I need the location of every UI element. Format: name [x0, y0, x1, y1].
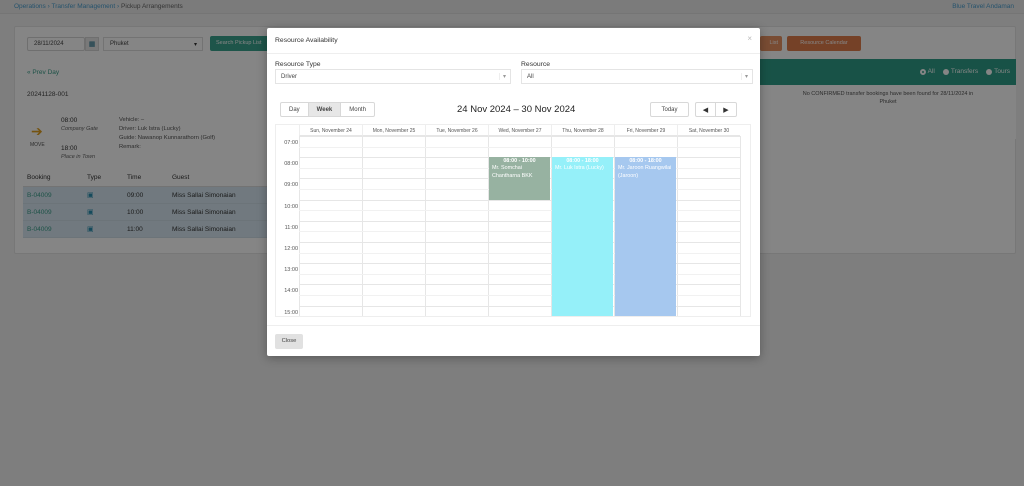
modal-title: Resource Availability	[275, 37, 338, 44]
time-slot-label: 11:00	[284, 224, 298, 231]
event-title: Mr. Somchai Chantharna BKK	[492, 165, 533, 179]
resource-type-select[interactable]: Driver ▾	[275, 69, 511, 84]
prev-week-icon[interactable]: ◀	[696, 103, 716, 116]
event-time: 08:00 - 10:00	[503, 158, 536, 165]
resource-type-label: Resource Type	[275, 61, 321, 68]
event-time: 08:00 - 18:00	[566, 158, 599, 165]
next-week-icon[interactable]: ▶	[716, 103, 736, 116]
view-switcher: Day Week Month	[280, 102, 375, 117]
week-calendar: Sun, November 24 Mon, November 25 Tue, Nov…	[275, 124, 751, 317]
resource-label: Resource	[521, 61, 551, 68]
date-range-title: 24 Nov 2024 – 30 Nov 2024	[457, 104, 576, 115]
hour-gridline	[299, 136, 740, 137]
day-column[interactable]	[299, 136, 300, 316]
day-column-edge	[740, 136, 741, 316]
day-column-header: Fri, November 29	[614, 125, 677, 136]
day-column-header: Sun, November 24	[299, 125, 362, 136]
view-month-button[interactable]: Month	[341, 103, 374, 116]
modal-footer	[267, 325, 760, 326]
event-title: Mr. Luk Istra (Lucky)	[555, 165, 604, 172]
calendar-nav: ◀ ▶	[695, 102, 737, 117]
half-hour-gridline	[299, 146, 740, 148]
calendar-event[interactable]: 08:00 - 10:00 Mr. Somchai Chantharna BKK	[489, 157, 550, 200]
time-slot-label: 07:00	[284, 140, 298, 146]
day-column-header: Thu, November 28	[551, 125, 614, 136]
chevron-down-icon: ▾	[498, 73, 506, 80]
chevron-down-icon: ▾	[740, 73, 748, 80]
calendar-event[interactable]: 08:00 - 18:00 Mr. Jaroon Ruangwilai (Jaro…	[615, 157, 676, 316]
time-slot-label: 15:00	[284, 309, 298, 316]
day-column-header: Tue, November 26	[425, 125, 488, 136]
day-column[interactable]	[362, 136, 363, 316]
day-column-header: Mon, November 25	[362, 125, 425, 136]
event-title: Mr. Jaroon Ruangwilai (Jaroon)	[618, 165, 672, 179]
time-slot-label: 08:00	[284, 161, 298, 168]
day-column[interactable]	[677, 136, 678, 316]
close-button[interactable]: Close	[275, 334, 303, 349]
view-week-button[interactable]: Week	[308, 103, 342, 116]
resource-availability-modal: Resource Availability × Resource Type Dr…	[267, 28, 760, 356]
time-slot-label: 10:00	[284, 203, 298, 210]
day-column-header: Sat, November 30	[677, 125, 740, 136]
time-slot-label: 14:00	[284, 288, 298, 295]
day-column-header: Wed, November 27	[488, 125, 551, 136]
time-slot-label: 12:00	[284, 246, 298, 252]
day-column[interactable]	[425, 136, 426, 316]
close-icon[interactable]: ×	[747, 34, 752, 43]
today-button[interactable]: Today	[650, 102, 689, 117]
calendar-event[interactable]: 08:00 - 18:00 Mr. Luk Istra (Lucky)	[552, 157, 613, 316]
half-hour-gridline	[299, 316, 740, 317]
time-slot-label: 09:00	[284, 182, 298, 189]
divider	[267, 53, 760, 54]
event-time: 08:00 - 18:00	[629, 158, 662, 165]
time-slot-label: 13:00	[284, 267, 298, 274]
view-day-button[interactable]: Day	[281, 103, 309, 116]
resource-select[interactable]: All ▾	[521, 69, 753, 84]
